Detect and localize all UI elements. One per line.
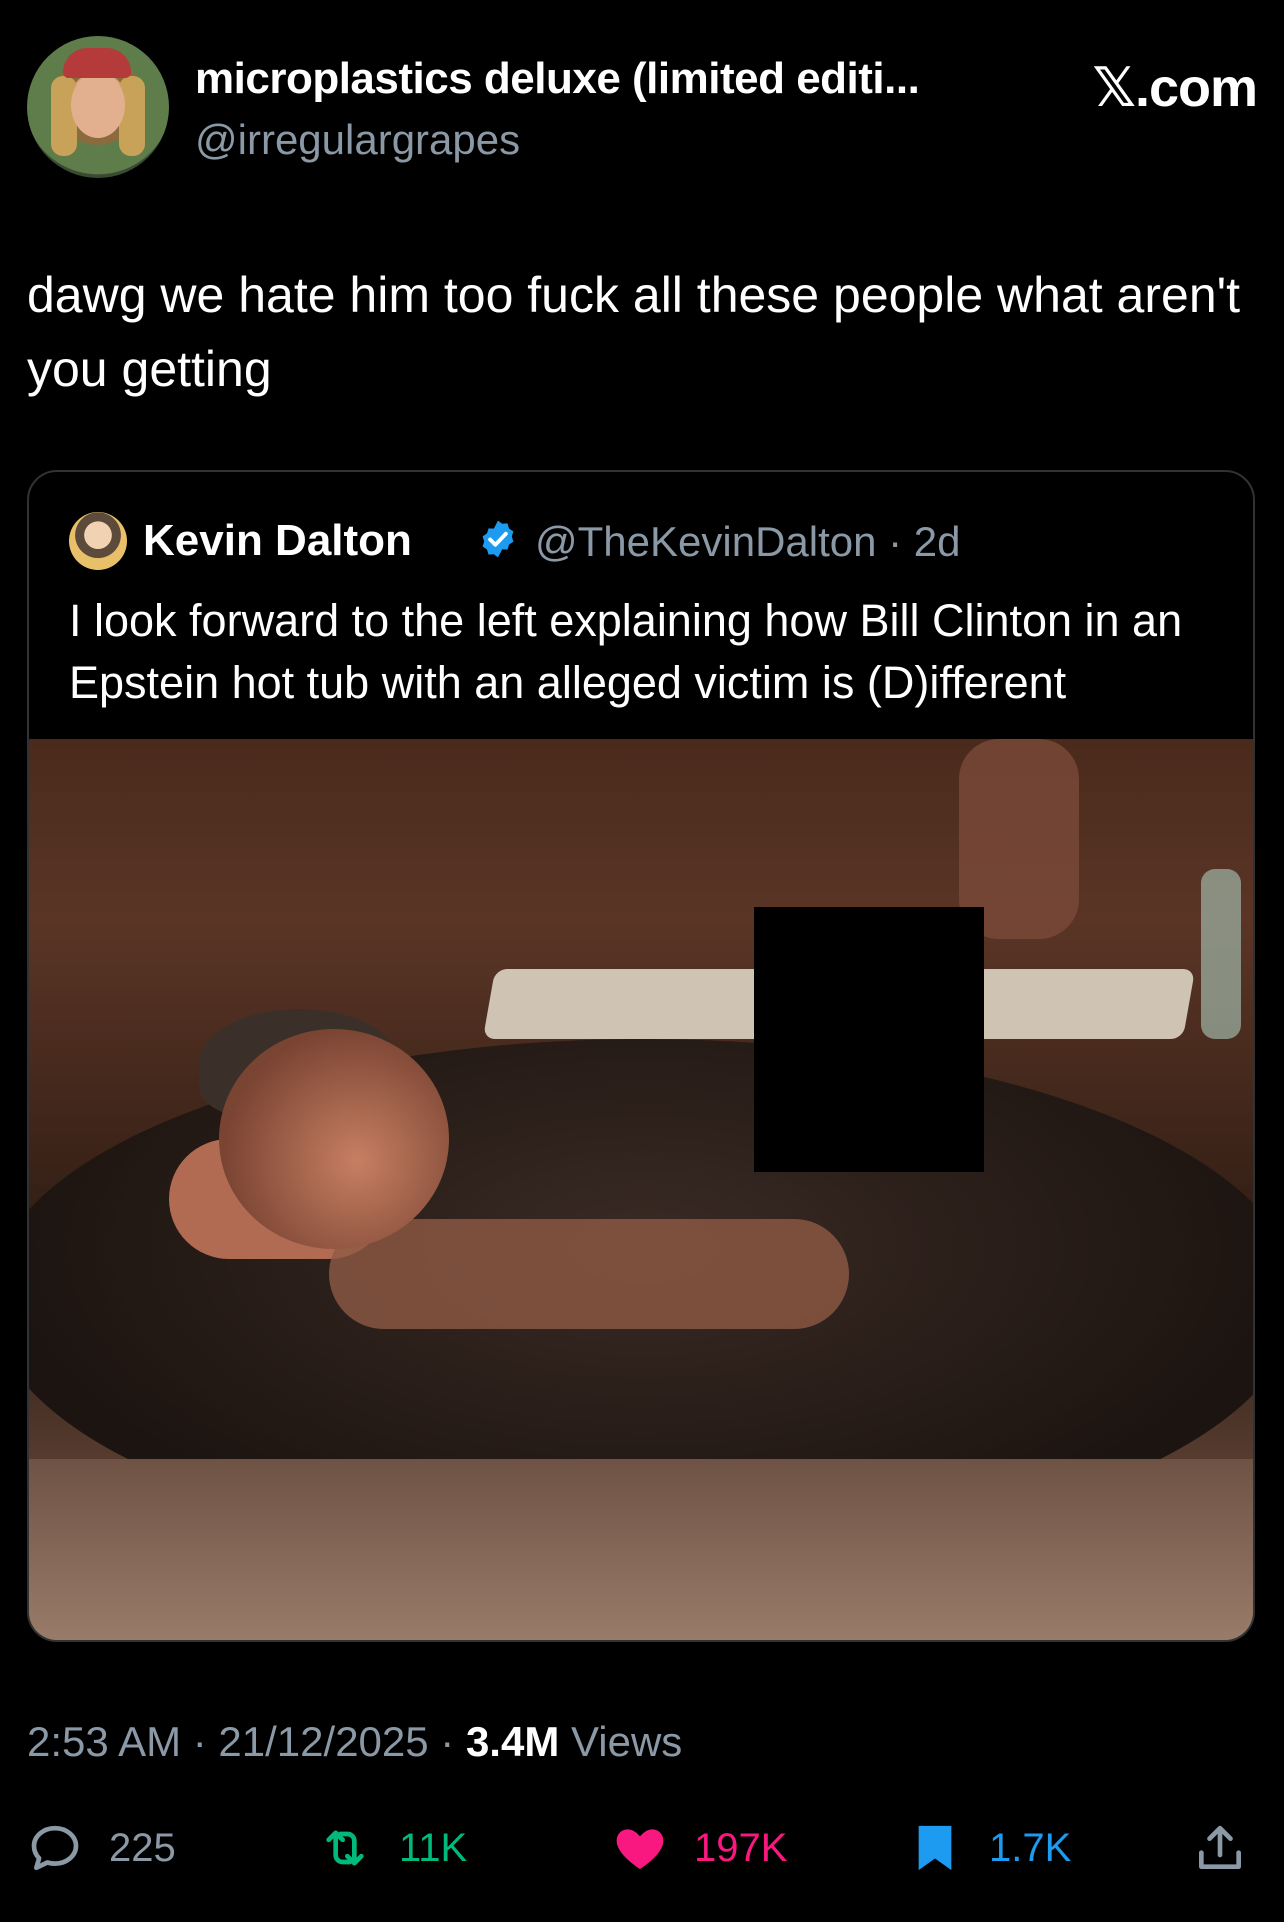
quoted-tweet-photo[interactable] bbox=[29, 739, 1253, 1640]
like-count: 197K bbox=[694, 1825, 788, 1870]
quoted-tweet-text: I look forward to the left explaining ho… bbox=[69, 595, 1183, 708]
bookmark-button[interactable]: 1.7K bbox=[907, 1818, 1071, 1878]
x-com-brand: 𝕏.com bbox=[1092, 56, 1258, 119]
quoted-tweet-header: Kevin Dalton @TheKevinDalton · 2d bbox=[69, 512, 1229, 572]
views-label: Views bbox=[559, 1718, 683, 1765]
bookmark-icon bbox=[918, 1825, 952, 1871]
bookmark-count: 1.7K bbox=[989, 1825, 1072, 1870]
action-bar: 225 11K 197K 1.7K bbox=[27, 1818, 1257, 1888]
repost-icon bbox=[326, 1830, 364, 1866]
reply-button[interactable]: 225 bbox=[27, 1818, 176, 1878]
quoted-author-name[interactable]: Kevin Dalton bbox=[143, 516, 412, 566]
like-button[interactable]: 197K bbox=[612, 1818, 787, 1878]
tweet-header: microplastics deluxe (limited editi... @… bbox=[27, 36, 1258, 178]
tweet-text: dawg we hate him too fuck all these peop… bbox=[27, 267, 1241, 397]
share-button[interactable] bbox=[1192, 1818, 1248, 1878]
heart-icon bbox=[616, 1829, 664, 1869]
reply-icon bbox=[31, 1825, 79, 1871]
share-icon bbox=[1199, 1825, 1241, 1869]
censor-block bbox=[754, 907, 984, 1172]
brand-suffix: .com bbox=[1134, 58, 1258, 118]
quoted-handle-and-time[interactable]: @TheKevinDalton · 2d bbox=[535, 518, 961, 566]
repost-count: 11K bbox=[399, 1825, 468, 1870]
timestamp[interactable]: 2:53 AM · 21/12/2025 · bbox=[27, 1718, 466, 1765]
verified-badge-icon bbox=[482, 520, 514, 558]
quoted-tweet-card[interactable]: Kevin Dalton @TheKevinDalton · 2d I look… bbox=[27, 470, 1255, 1642]
tweet-meta: 2:53 AM · 21/12/2025 · 3.4M Views bbox=[27, 1718, 682, 1766]
author-handle[interactable]: @irregulargrapes bbox=[195, 116, 520, 164]
author-avatar[interactable] bbox=[27, 36, 169, 178]
quoted-author-avatar[interactable] bbox=[69, 512, 127, 570]
views-count: 3.4M bbox=[465, 1718, 560, 1765]
water-bottle bbox=[1201, 869, 1241, 1039]
repost-button[interactable]: 11K bbox=[317, 1818, 467, 1878]
author-display-name[interactable]: microplastics deluxe (limited editi... bbox=[195, 54, 920, 104]
reply-count: 225 bbox=[109, 1825, 176, 1870]
x-logo-icon: 𝕏 bbox=[1092, 56, 1136, 119]
